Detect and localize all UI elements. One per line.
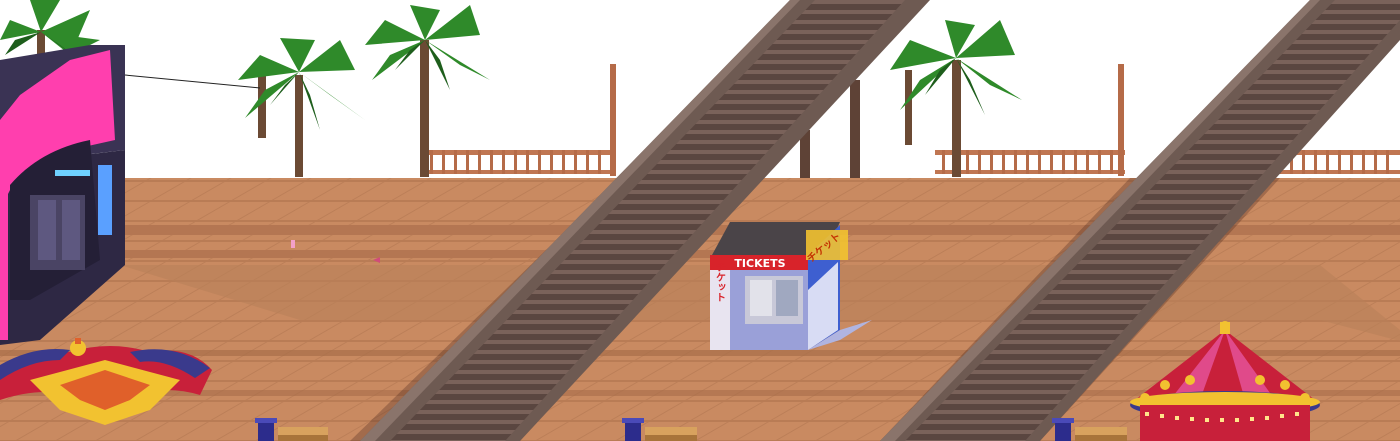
trash-bin-icon — [255, 418, 277, 441]
bench-icon — [1075, 427, 1127, 441]
ticket-booth-vertical-sign: チケット — [714, 262, 726, 302]
bench-icon — [645, 427, 697, 441]
coaster-support — [850, 80, 860, 178]
game-scene[interactable]: TICKETS チケット チケット — [0, 0, 1400, 441]
small-prop — [291, 240, 295, 248]
trash-bin-icon — [1052, 418, 1074, 441]
scene-canvas: TICKETS チケット チケット — [0, 0, 1400, 441]
trash-bin-icon — [622, 418, 644, 441]
ticket-booth-sign: TICKETS — [734, 257, 785, 270]
bench-icon — [278, 427, 328, 441]
deck-edge — [0, 350, 1400, 356]
